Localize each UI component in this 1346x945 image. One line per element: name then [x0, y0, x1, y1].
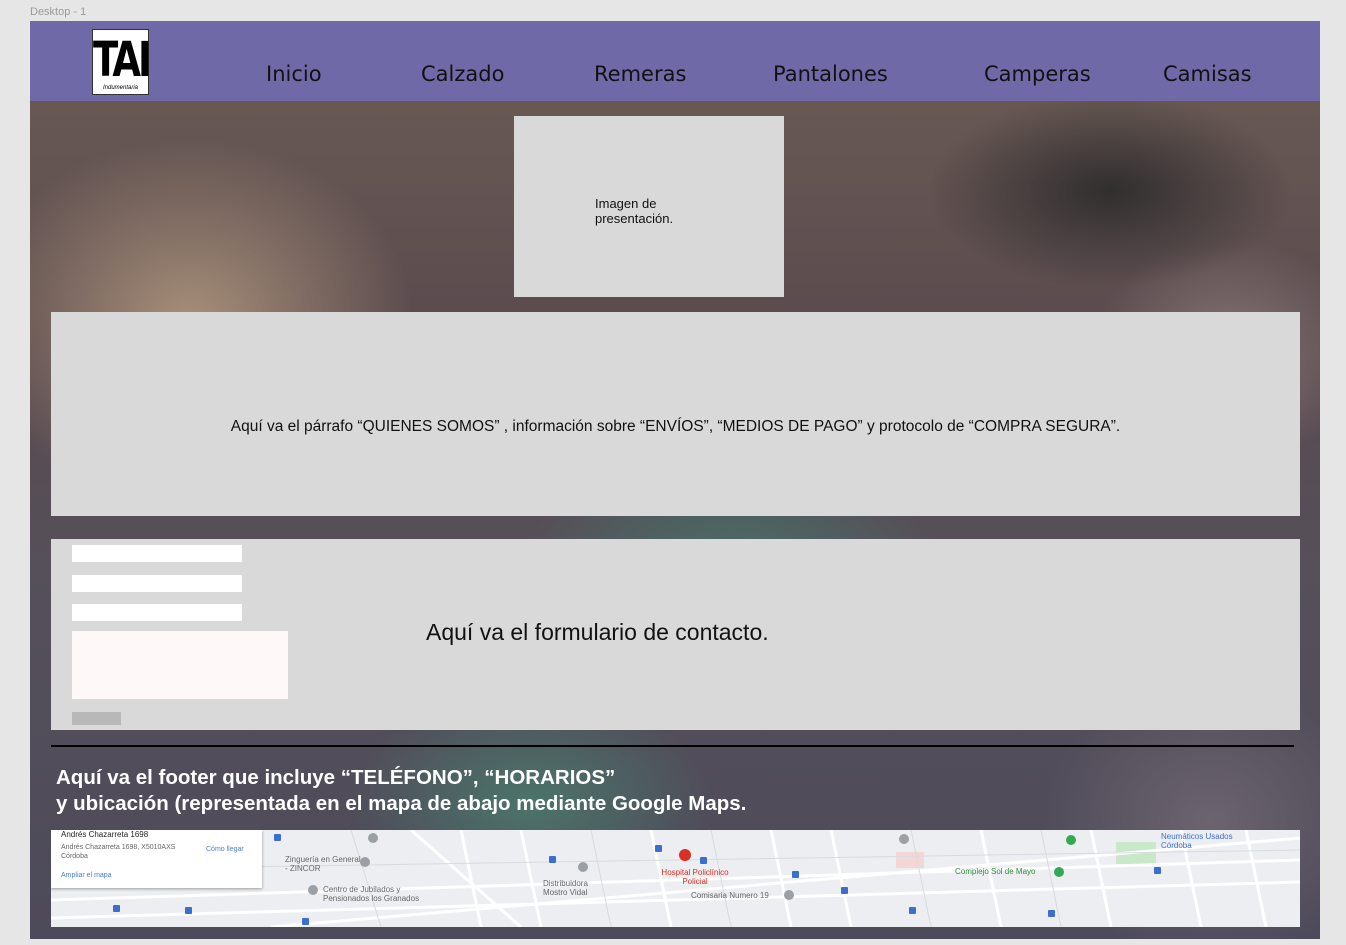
footer-text: Aquí va el footer que incluye “TELÉFONO”…: [56, 765, 746, 817]
nav-link-remeras[interactable]: Remeras: [594, 62, 686, 86]
contact-phone-field[interactable]: [72, 604, 242, 621]
footer-line-1: Aquí va el footer que incluye “TELÉFONO”…: [56, 766, 616, 789]
brand-logo[interactable]: TAI Indumentaria: [92, 29, 152, 95]
google-map[interactable]: Andrés Chazarreta 1698 Andrés Chazarreta…: [51, 830, 1300, 927]
about-text: Aquí va el párrafo “QUIENES SOMOS” , inf…: [230, 418, 1121, 435]
navbar: TAI Indumentaria Inicio Calzado Remeras …: [30, 21, 1320, 101]
contact-name-field[interactable]: [72, 545, 242, 562]
map-place-complejo[interactable]: Complejo Sol de Mayo: [955, 867, 1035, 876]
about-section: Aquí va el párrafo “QUIENES SOMOS” , inf…: [51, 312, 1300, 516]
map-place-title: Andrés Chazarreta 1698: [61, 830, 149, 839]
map-directions-link[interactable]: Cómo llegar: [206, 846, 244, 853]
map-place-hospital[interactable]: Hospital Policlínico Policial: [655, 868, 735, 886]
contact-message-field[interactable]: [72, 631, 288, 699]
footer-line-2: y ubicación (representada en el mapa de …: [56, 792, 747, 815]
map-info-card: Andrés Chazarreta 1698 Andrés Chazarreta…: [51, 830, 262, 888]
nav-link-camperas[interactable]: Camperas: [984, 62, 1091, 86]
map-place-address: Andrés Chazarreta 1698, X5010AXS Córdoba: [61, 844, 176, 860]
map-enlarge-link[interactable]: Ampliar el mapa: [61, 872, 112, 879]
hero-image-placeholder: Imagen de presentación.: [514, 116, 784, 297]
contact-section: Aquí va el formulario de contacto.: [51, 539, 1300, 730]
map-place-distribuidora[interactable]: Distribuidora Mostro Vidal: [543, 879, 613, 897]
hero-placeholder-text: Imagen de presentación.: [595, 196, 674, 226]
nav-link-pantalones[interactable]: Pantalones: [773, 62, 888, 86]
hospital-area: [896, 852, 924, 868]
frame-label: Desktop - 1: [30, 6, 87, 18]
contact-text: Aquí va el formulario de contacto.: [426, 619, 769, 645]
map-place-jubilados[interactable]: Centro de Jubilados y Pensionados los Gr…: [323, 885, 443, 903]
desktop-frame: TAI Indumentaria Inicio Calzado Remeras …: [30, 21, 1320, 939]
nav-link-camisas[interactable]: Camisas: [1163, 62, 1252, 86]
map-place-comisaria[interactable]: Comisaria Numero 19: [691, 891, 769, 900]
contact-submit-button[interactable]: [72, 712, 121, 725]
map-place-neumaticos[interactable]: Neumáticos Usados Córdoba: [1161, 832, 1241, 850]
logo-mark: TAI: [93, 32, 152, 88]
nav-link-calzado[interactable]: Calzado: [421, 62, 504, 86]
footer-divider: [51, 745, 1294, 747]
map-place-zincor[interactable]: Zinguería en General - ZINCOR: [285, 855, 365, 873]
logo-subtitle: Indumentaria: [102, 85, 139, 91]
contact-email-field[interactable]: [72, 575, 242, 592]
nav-link-inicio[interactable]: Inicio: [266, 62, 322, 86]
